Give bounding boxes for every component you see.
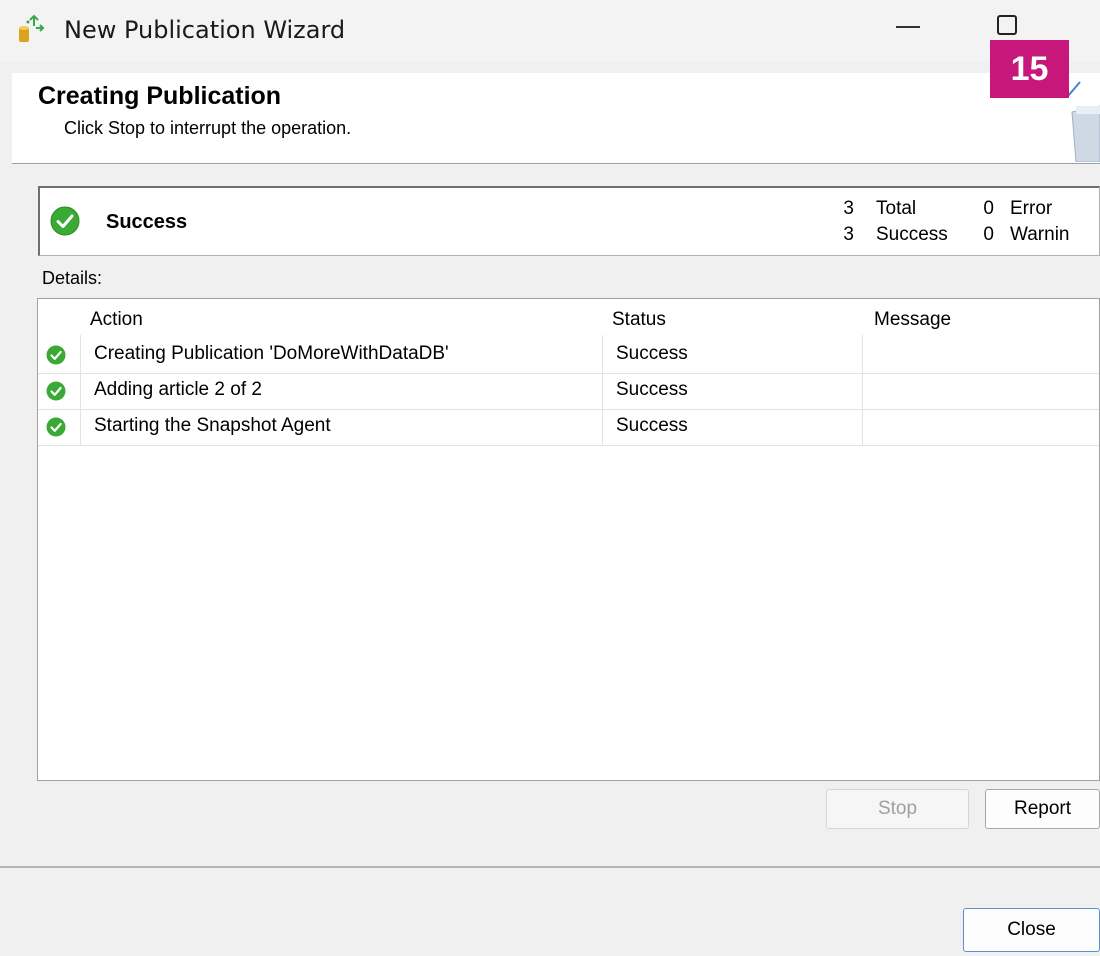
details-label: Details: [42, 268, 103, 288]
page-subtitle: Click Stop to interrupt the operation. [64, 118, 352, 138]
warning-count: 0 [983, 224, 994, 245]
success-count: 3 [843, 224, 854, 245]
summary-status: Success [106, 211, 188, 233]
action-cell: Starting the Snapshot Agent [94, 415, 331, 436]
step-number-badge: 15 [990, 40, 1069, 98]
action-cell: Creating Publication 'DoMoreWithDataDB' [94, 343, 449, 364]
details-table[interactable]: Action Status Message Creating Publicati… [37, 298, 1100, 781]
table-row[interactable]: Adding article 2 of 2 Success [38, 373, 1099, 410]
column-header-status[interactable]: Status [612, 309, 666, 331]
success-check-icon [46, 417, 66, 437]
publication-wizard-icon [19, 14, 45, 42]
total-label: Total [876, 198, 917, 219]
window-title: New Publication Wizard [64, 16, 346, 44]
action-cell: Adding article 2 of 2 [94, 379, 262, 400]
close-button[interactable]: Close [963, 908, 1100, 952]
column-header-action[interactable]: Action [90, 309, 143, 331]
footer-separator [0, 866, 1100, 868]
column-header-message[interactable]: Message [874, 309, 951, 331]
success-check-icon [50, 206, 80, 236]
page-title: Creating Publication [38, 82, 282, 110]
total-count: 3 [843, 198, 854, 219]
status-cell: Success [616, 415, 688, 436]
maximize-button[interactable] [997, 15, 1017, 35]
stop-button[interactable]: Stop [826, 789, 969, 829]
wizard-header-art-icon [1067, 81, 1100, 162]
warning-label: Warnin [1010, 224, 1070, 245]
error-label: Error [1010, 198, 1053, 219]
table-row[interactable]: Creating Publication 'DoMoreWithDataDB' … [38, 337, 1099, 374]
table-row[interactable]: Starting the Snapshot Agent Success [38, 409, 1099, 446]
success-check-icon [46, 345, 66, 365]
error-count: 0 [983, 198, 994, 219]
status-cell: Success [616, 379, 688, 400]
minimize-button[interactable] [896, 26, 920, 28]
success-label: Success [876, 224, 948, 245]
status-cell: Success [616, 343, 688, 364]
report-button[interactable]: Report [985, 789, 1100, 829]
success-check-icon [46, 381, 66, 401]
